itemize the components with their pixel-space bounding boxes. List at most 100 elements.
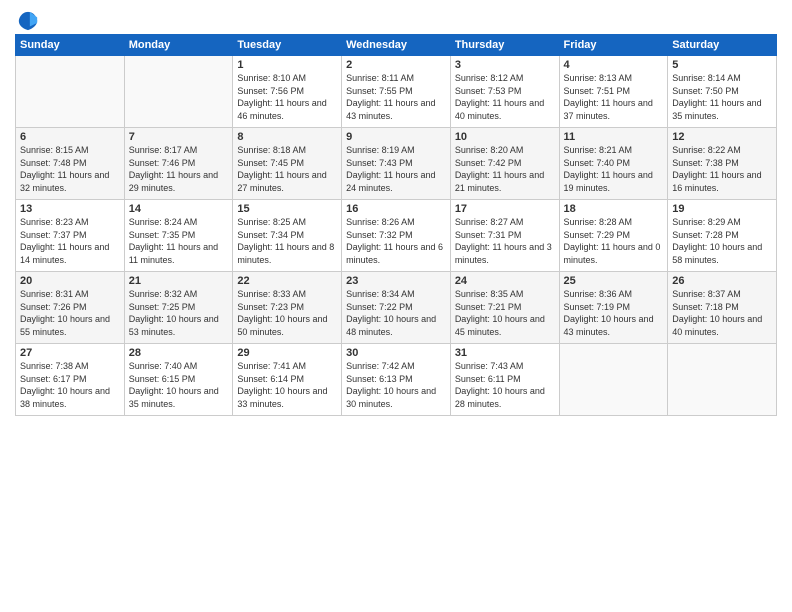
calendar-cell: 21Sunrise: 8:32 AMSunset: 7:25 PMDayligh… [124,272,233,344]
calendar-cell: 15Sunrise: 8:25 AMSunset: 7:34 PMDayligh… [233,200,342,272]
day-number: 17 [455,203,555,215]
calendar-cell: 3Sunrise: 8:12 AMSunset: 7:53 PMDaylight… [450,56,559,128]
calendar-cell: 16Sunrise: 8:26 AMSunset: 7:32 PMDayligh… [342,200,451,272]
weekday-header-wednesday: Wednesday [342,35,451,56]
day-info: Sunrise: 8:20 AMSunset: 7:42 PMDaylight:… [455,144,555,194]
calendar-cell: 25Sunrise: 8:36 AMSunset: 7:19 PMDayligh… [559,272,668,344]
header-row [15,10,777,28]
day-info: Sunrise: 8:26 AMSunset: 7:32 PMDaylight:… [346,216,446,266]
day-info: Sunrise: 8:23 AMSunset: 7:37 PMDaylight:… [20,216,120,266]
day-number: 25 [564,275,664,287]
calendar-cell: 18Sunrise: 8:28 AMSunset: 7:29 PMDayligh… [559,200,668,272]
week-row-5: 27Sunrise: 7:38 AMSunset: 6:17 PMDayligh… [16,344,777,416]
weekday-header-sunday: Sunday [16,35,125,56]
day-info: Sunrise: 8:19 AMSunset: 7:43 PMDaylight:… [346,144,446,194]
calendar-cell: 4Sunrise: 8:13 AMSunset: 7:51 PMDaylight… [559,56,668,128]
day-info: Sunrise: 8:18 AMSunset: 7:45 PMDaylight:… [237,144,337,194]
day-info: Sunrise: 7:43 AMSunset: 6:11 PMDaylight:… [455,360,555,410]
calendar-cell: 12Sunrise: 8:22 AMSunset: 7:38 PMDayligh… [668,128,777,200]
day-info: Sunrise: 8:25 AMSunset: 7:34 PMDaylight:… [237,216,337,266]
calendar-cell: 27Sunrise: 7:38 AMSunset: 6:17 PMDayligh… [16,344,125,416]
logo [15,10,39,28]
day-number: 28 [129,347,229,359]
weekday-header-monday: Monday [124,35,233,56]
day-info: Sunrise: 8:35 AMSunset: 7:21 PMDaylight:… [455,288,555,338]
calendar-cell: 30Sunrise: 7:42 AMSunset: 6:13 PMDayligh… [342,344,451,416]
calendar-cell: 5Sunrise: 8:14 AMSunset: 7:50 PMDaylight… [668,56,777,128]
day-info: Sunrise: 8:37 AMSunset: 7:18 PMDaylight:… [672,288,772,338]
day-number: 14 [129,203,229,215]
day-number: 11 [564,131,664,143]
day-number: 10 [455,131,555,143]
weekday-header-friday: Friday [559,35,668,56]
day-info: Sunrise: 8:24 AMSunset: 7:35 PMDaylight:… [129,216,229,266]
calendar-cell: 14Sunrise: 8:24 AMSunset: 7:35 PMDayligh… [124,200,233,272]
day-number: 4 [564,59,664,71]
day-number: 30 [346,347,446,359]
calendar-cell: 29Sunrise: 7:41 AMSunset: 6:14 PMDayligh… [233,344,342,416]
day-number: 6 [20,131,120,143]
day-number: 27 [20,347,120,359]
calendar-cell [16,56,125,128]
day-number: 23 [346,275,446,287]
weekday-header-tuesday: Tuesday [233,35,342,56]
day-number: 7 [129,131,229,143]
day-number: 22 [237,275,337,287]
day-number: 5 [672,59,772,71]
day-info: Sunrise: 8:31 AMSunset: 7:26 PMDaylight:… [20,288,120,338]
day-number: 2 [346,59,446,71]
calendar-cell: 10Sunrise: 8:20 AMSunset: 7:42 PMDayligh… [450,128,559,200]
calendar-cell: 17Sunrise: 8:27 AMSunset: 7:31 PMDayligh… [450,200,559,272]
day-info: Sunrise: 8:32 AMSunset: 7:25 PMDaylight:… [129,288,229,338]
day-info: Sunrise: 8:29 AMSunset: 7:28 PMDaylight:… [672,216,772,266]
calendar-cell: 19Sunrise: 8:29 AMSunset: 7:28 PMDayligh… [668,200,777,272]
day-number: 13 [20,203,120,215]
day-info: Sunrise: 8:17 AMSunset: 7:46 PMDaylight:… [129,144,229,194]
weekday-header-row: SundayMondayTuesdayWednesdayThursdayFrid… [16,35,777,56]
day-info: Sunrise: 8:33 AMSunset: 7:23 PMDaylight:… [237,288,337,338]
week-row-3: 13Sunrise: 8:23 AMSunset: 7:37 PMDayligh… [16,200,777,272]
day-number: 16 [346,203,446,215]
calendar-cell: 22Sunrise: 8:33 AMSunset: 7:23 PMDayligh… [233,272,342,344]
day-number: 31 [455,347,555,359]
day-number: 19 [672,203,772,215]
calendar-cell: 8Sunrise: 8:18 AMSunset: 7:45 PMDaylight… [233,128,342,200]
day-info: Sunrise: 8:12 AMSunset: 7:53 PMDaylight:… [455,72,555,122]
day-number: 8 [237,131,337,143]
day-number: 24 [455,275,555,287]
calendar-cell: 28Sunrise: 7:40 AMSunset: 6:15 PMDayligh… [124,344,233,416]
day-info: Sunrise: 8:22 AMSunset: 7:38 PMDaylight:… [672,144,772,194]
calendar-table: SundayMondayTuesdayWednesdayThursdayFrid… [15,34,777,416]
calendar-cell: 23Sunrise: 8:34 AMSunset: 7:22 PMDayligh… [342,272,451,344]
day-number: 20 [20,275,120,287]
calendar-cell: 24Sunrise: 8:35 AMSunset: 7:21 PMDayligh… [450,272,559,344]
calendar-cell: 13Sunrise: 8:23 AMSunset: 7:37 PMDayligh… [16,200,125,272]
day-info: Sunrise: 8:15 AMSunset: 7:48 PMDaylight:… [20,144,120,194]
calendar-cell: 7Sunrise: 8:17 AMSunset: 7:46 PMDaylight… [124,128,233,200]
day-info: Sunrise: 8:28 AMSunset: 7:29 PMDaylight:… [564,216,664,266]
calendar-cell: 26Sunrise: 8:37 AMSunset: 7:18 PMDayligh… [668,272,777,344]
week-row-4: 20Sunrise: 8:31 AMSunset: 7:26 PMDayligh… [16,272,777,344]
calendar-cell [124,56,233,128]
day-info: Sunrise: 8:14 AMSunset: 7:50 PMDaylight:… [672,72,772,122]
week-row-2: 6Sunrise: 8:15 AMSunset: 7:48 PMDaylight… [16,128,777,200]
page-container: SundayMondayTuesdayWednesdayThursdayFrid… [0,0,792,424]
day-info: Sunrise: 8:36 AMSunset: 7:19 PMDaylight:… [564,288,664,338]
calendar-cell: 9Sunrise: 8:19 AMSunset: 7:43 PMDaylight… [342,128,451,200]
day-info: Sunrise: 8:21 AMSunset: 7:40 PMDaylight:… [564,144,664,194]
day-info: Sunrise: 7:41 AMSunset: 6:14 PMDaylight:… [237,360,337,410]
calendar-cell [559,344,668,416]
weekday-header-saturday: Saturday [668,35,777,56]
calendar-cell: 20Sunrise: 8:31 AMSunset: 7:26 PMDayligh… [16,272,125,344]
day-info: Sunrise: 8:13 AMSunset: 7:51 PMDaylight:… [564,72,664,122]
calendar-cell: 6Sunrise: 8:15 AMSunset: 7:48 PMDaylight… [16,128,125,200]
day-number: 3 [455,59,555,71]
day-number: 9 [346,131,446,143]
weekday-header-thursday: Thursday [450,35,559,56]
day-info: Sunrise: 8:34 AMSunset: 7:22 PMDaylight:… [346,288,446,338]
day-number: 15 [237,203,337,215]
calendar-cell: 11Sunrise: 8:21 AMSunset: 7:40 PMDayligh… [559,128,668,200]
day-number: 21 [129,275,229,287]
calendar-cell [668,344,777,416]
day-number: 26 [672,275,772,287]
